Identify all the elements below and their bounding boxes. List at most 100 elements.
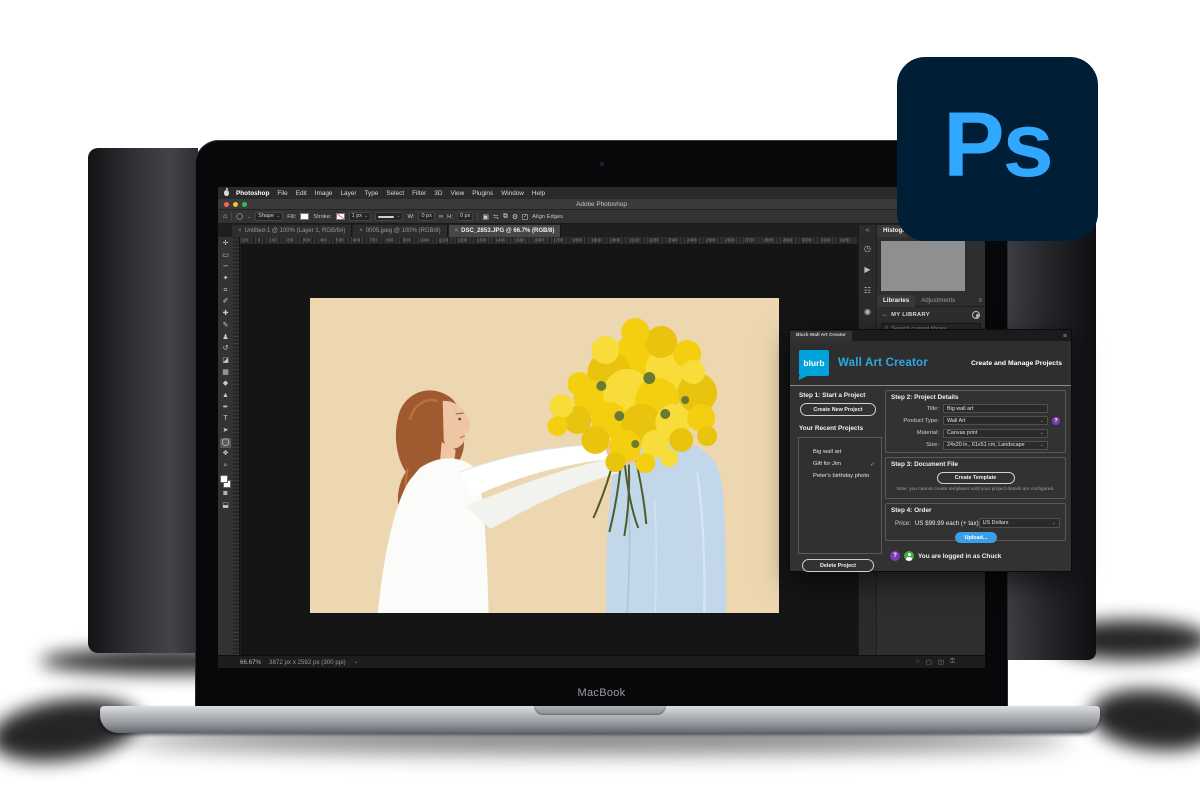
currency-select[interactable]: US Dollars ⌄ [979,518,1060,528]
back-arrow-icon[interactable]: ← [882,312,888,318]
ruler-label: 2500 [706,238,716,243]
document-tab[interactable]: × 0005.jpeg @ 100% (RGB/8) [353,225,447,237]
upload-button[interactable]: Upload... [955,532,997,543]
home-icon[interactable]: ⌂ [223,213,227,220]
height-field[interactable]: 0 px [457,212,473,221]
clone-stamp-tool-icon[interactable]: ♟ [220,333,231,344]
hamburger-icon[interactable]: ≡ [1063,333,1071,341]
project-list-item[interactable]: Gift for Jim ✓ [799,458,881,470]
align-edges-checkbox[interactable]: ✓ [522,214,528,220]
document-tab[interactable]: × DSC_2853.JPG @ 66.7% (RGB/8) [449,225,562,237]
project-list-item[interactable]: Big wall art ✓ [799,446,881,458]
lasso-tool-icon[interactable]: ∽ [220,262,231,273]
chevron-down-icon[interactable]: ⌄ [354,659,358,665]
collapse-panels-icon[interactable]: « [866,227,870,234]
foreground-color-swatch[interactable] [220,475,228,483]
macbook-label: MacBook [195,687,1008,699]
create-template-button[interactable]: Create Template [937,472,1015,484]
help-icon[interactable]: ? [890,551,900,561]
path-operations-icon[interactable]: ▣ [482,213,489,221]
profile-icon[interactable] [972,311,980,319]
apple-icon[interactable] [224,190,229,196]
help-icon[interactable]: ? [1052,417,1060,425]
status-frame-icon[interactable]: ◫ [938,658,944,666]
crop-tool-icon[interactable]: ⌗ [220,286,231,297]
menu-item[interactable]: Filter [412,190,426,197]
menu-item[interactable]: Window [501,190,524,197]
chevron-down-icon[interactable]: ⌄ [247,214,251,220]
move-tool-icon[interactable]: ✛ [220,239,231,250]
material-select[interactable]: Canvas print ⌄ [943,429,1048,438]
menu-item[interactable]: Help [532,190,545,197]
close-icon[interactable]: × [359,228,363,234]
menu-item[interactable]: Edit [296,190,307,197]
ruler-label: 200 [286,238,293,243]
brush-tool-icon[interactable]: ✎ [220,321,231,332]
zoom-level[interactable]: 66.67% [240,659,261,666]
product-type-select[interactable]: Wall Art ⌄ [943,416,1048,425]
shape-tool-icon[interactable]: ◯ [220,438,231,449]
menu-item[interactable]: Type [364,190,378,197]
stroke-style-select[interactable]: ⌄ [375,212,403,221]
hand-tool-icon[interactable]: ❖ [220,449,231,460]
stroke-swatch[interactable] [336,213,345,220]
project-list-item[interactable]: Peter's birthday photo ✓ [799,470,881,482]
actions-panel-icon[interactable]: ▶ [864,265,870,274]
create-new-project-button[interactable]: Create New Project [800,403,876,416]
menu-item[interactable]: File [277,190,287,197]
tab-libraries[interactable]: Libraries [877,295,915,307]
type-tool-icon[interactable]: T [220,414,231,425]
dialog-tab-bar: Blurb Wall Art Creator ≡ [790,330,1071,341]
close-icon[interactable]: × [238,228,242,234]
menu-item[interactable]: 3D [434,190,442,197]
zoom-tool-icon[interactable]: ⌕ [220,461,231,472]
fill-swatch[interactable] [300,213,309,220]
gear-icon[interactable]: ⚙ [512,213,518,221]
dodge-tool-icon[interactable]: ▲ [220,391,231,402]
gradient-tool-icon[interactable]: ▦ [220,368,231,379]
status-lock-icon[interactable]: ⚿ [950,658,955,666]
menu-item[interactable]: Plugins [472,190,493,197]
status-circle-icon[interactable]: ○ [916,658,920,666]
stroke-width-field[interactable]: 1 px ⌄ [349,212,372,221]
quick-selection-tool-icon[interactable]: ✦ [220,274,231,285]
color-swatches[interactable] [220,475,231,488]
history-brush-tool-icon[interactable]: ↺ [220,344,231,355]
menu-item[interactable]: Image [315,190,333,197]
recent-projects-heading: Your Recent Projects [799,425,882,432]
width-field[interactable]: 0 px [418,212,434,221]
canvas-area[interactable] [241,245,858,655]
close-icon[interactable]: × [455,228,459,234]
info-panel-icon[interactable]: ◉ [864,307,871,316]
delete-project-button[interactable]: Delete Project [802,559,874,572]
properties-panel-icon[interactable]: ☷ [864,286,871,295]
panel-menu-icon[interactable]: ≡ [978,298,985,304]
menu-item[interactable]: Photoshop [236,190,269,197]
tab-adjustments[interactable]: Adjustments [915,295,961,307]
dialog-tab[interactable]: Blurb Wall Art Creator [790,331,852,341]
marquee-tool-icon[interactable]: ▭ [220,251,231,262]
active-tool-icon[interactable]: ◯ [236,213,243,220]
tool-mode-select[interactable]: Shape ⌄ [255,212,283,221]
history-panel-icon[interactable]: ◷ [864,244,871,253]
path-alignment-icon[interactable]: ≒ [493,213,499,221]
chevron-down-icon: ⌄ [1040,430,1044,436]
menu-item[interactable]: View [450,190,464,197]
menu-item[interactable]: Layer [340,190,356,197]
link-dimensions-icon[interactable]: ∞ [439,214,443,220]
path-selection-tool-icon[interactable]: ➤ [220,426,231,437]
blur-tool-icon[interactable]: ◆ [220,379,231,390]
size-label: Size: [891,442,939,448]
document-tab[interactable]: × Untitled-1 @ 100% (Layer 1, RGB/8#) [232,225,352,237]
size-select[interactable]: 24x20 in., 61x51 cm, Landscape ⌄ [943,441,1048,450]
healing-brush-tool-icon[interactable]: ✚ [220,309,231,320]
pen-tool-icon[interactable]: ✒ [220,403,231,414]
title-input[interactable]: Big wall art [943,404,1048,413]
eyedropper-tool-icon[interactable]: ✐ [220,297,231,308]
screen-mode-icon[interactable]: ⬓ [220,501,231,512]
path-arrangement-icon[interactable]: ⧉ [503,213,508,221]
status-square-icon[interactable]: ▢ [926,658,932,666]
menu-item[interactable]: Select [386,190,404,197]
eraser-tool-icon[interactable]: ◪ [220,356,231,367]
quick-mask-icon[interactable]: ◙ [220,489,231,500]
